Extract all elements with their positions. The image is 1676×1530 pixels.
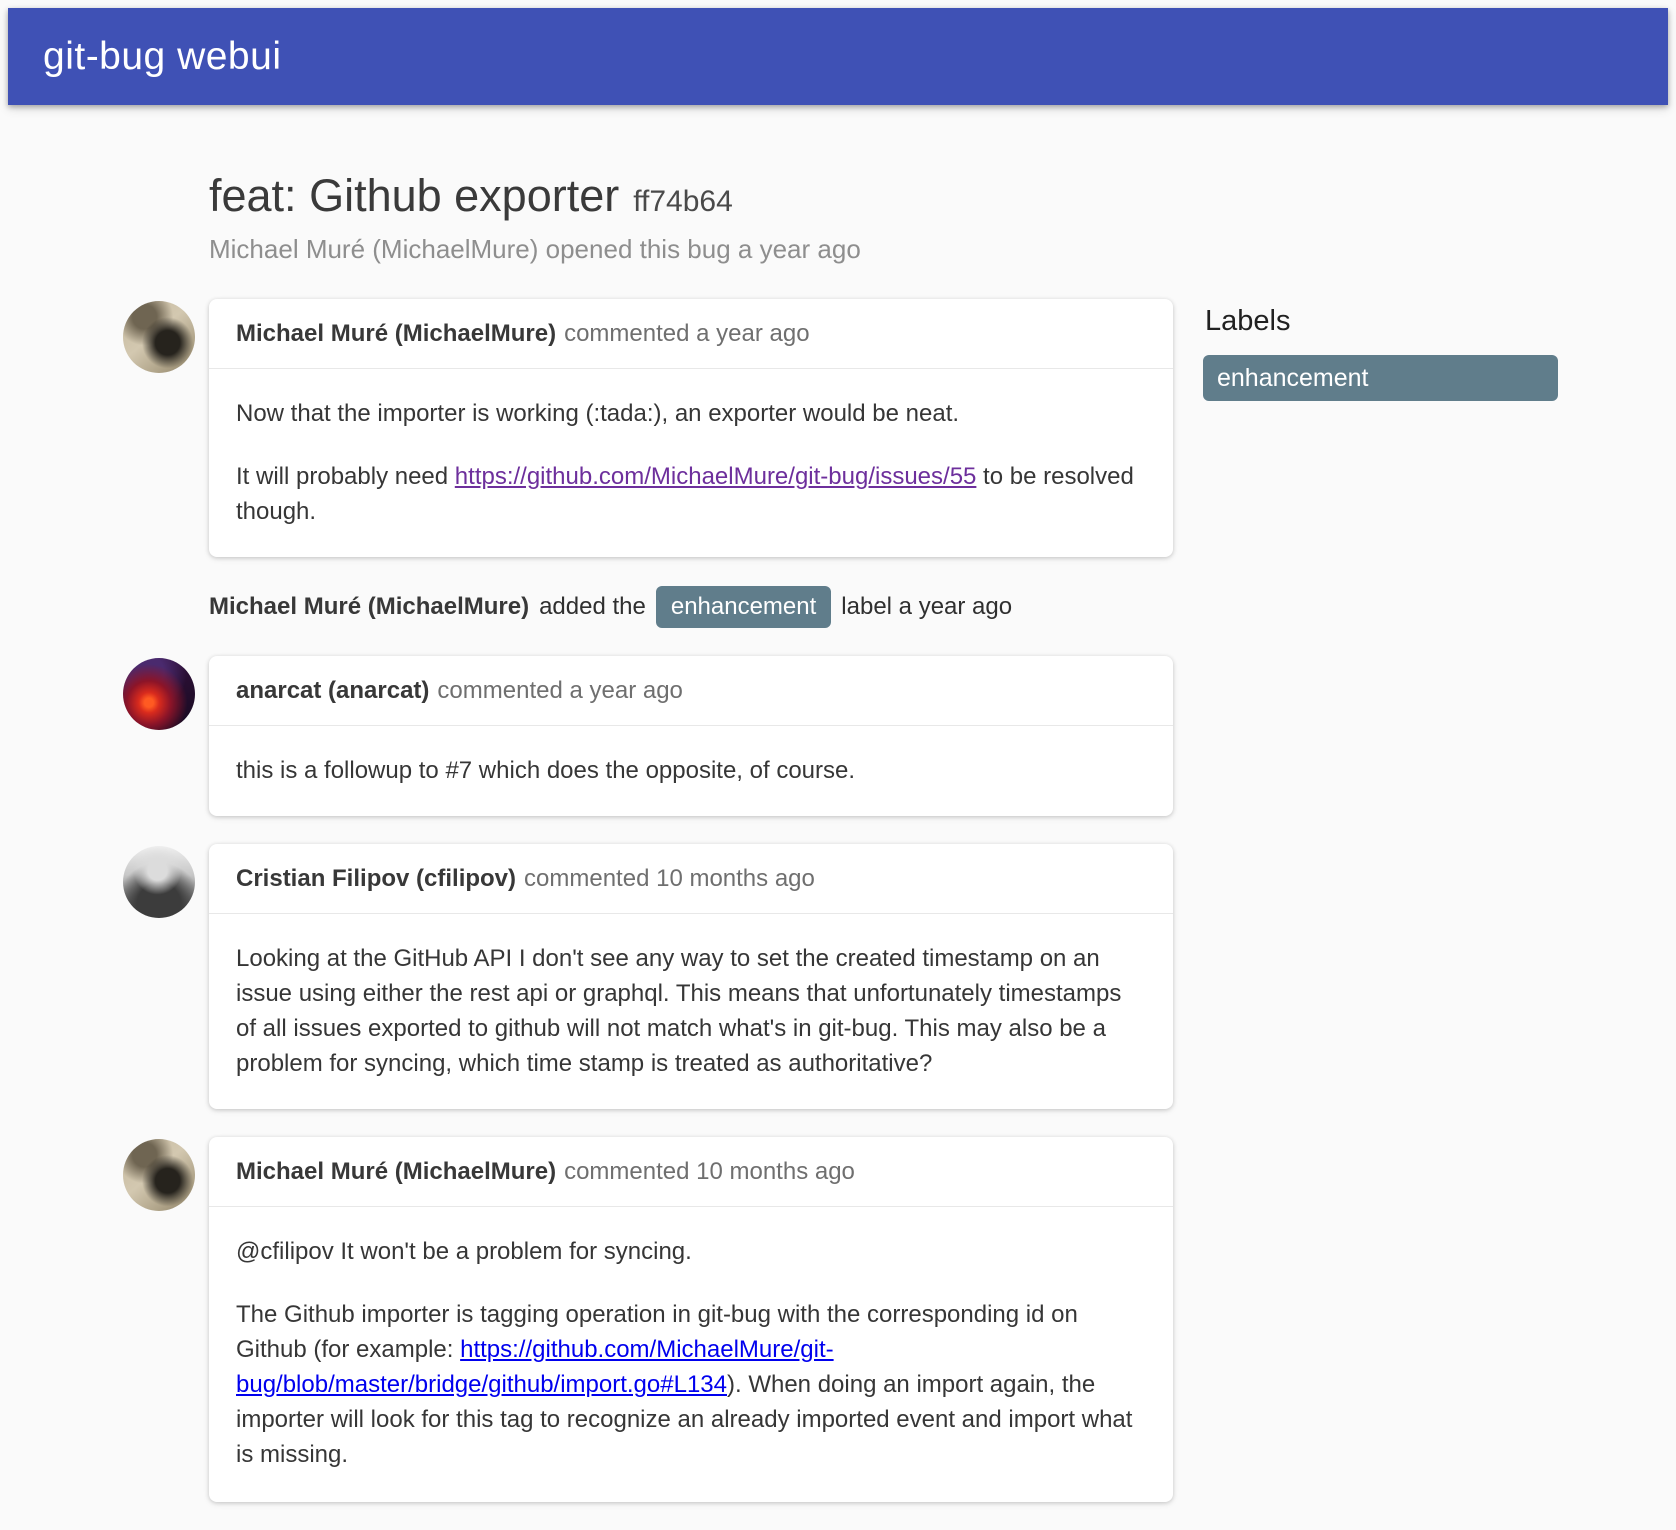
comment-paragraph: It will probably need https://github.com… (236, 459, 1146, 529)
comment-paragraph: Looking at the GitHub API I don't see an… (236, 941, 1146, 1081)
comment-paragraph: this is a followup to #7 which does the … (236, 753, 1146, 788)
comment-author: Michael Muré (MichaelMure) (236, 1158, 556, 1185)
comment-meta: commented 10 months ago (564, 1158, 855, 1185)
app-title: git-bug webui (43, 35, 281, 79)
content-columns: Michael Muré (MichaelMure) commented a ye… (209, 299, 1668, 1530)
comment-paragraph: The Github importer is tagging operation… (236, 1297, 1146, 1472)
page-title: feat: Github exporter ff74b64 (209, 169, 1668, 229)
comment-meta: commented 10 months ago (524, 865, 815, 892)
bug-hash: ff74b64 (633, 185, 733, 218)
text-segment: It will probably need (236, 463, 455, 490)
comment-meta: commented a year ago (437, 677, 682, 704)
event-suffix: label a year ago (841, 593, 1012, 621)
comment-body: Looking at the GitHub API I don't see an… (209, 914, 1173, 1109)
label-badge-enhancement: enhancement (1203, 355, 1558, 401)
sidebar: Labels enhancement (1203, 299, 1568, 401)
comment-author: anarcat (anarcat) (236, 677, 429, 704)
label-chip: enhancement (656, 586, 831, 628)
comment-body: @cfilipov It won't be a problem for sync… (209, 1207, 1173, 1502)
comment-entry: Michael Muré (MichaelMure) commented 10 m… (209, 1137, 1173, 1502)
bug-page: feat: Github exporter ff74b64 Michael Mur… (8, 169, 1668, 1530)
comment-author: Cristian Filipov (cfilipov) (236, 865, 516, 892)
event-action: added the (539, 593, 646, 621)
comment-paragraph: @cfilipov It won't be a problem for sync… (236, 1234, 1146, 1269)
avatar (123, 846, 195, 918)
comment-card: Michael Muré (MichaelMure) commented 10 m… (209, 1137, 1173, 1502)
comment-paragraph: Now that the importer is working (:tada:… (236, 396, 1146, 431)
comment-header: Cristian Filipov (cfilipov) commented 10 … (209, 844, 1173, 914)
comment-body: Now that the importer is working (:tada:… (209, 369, 1173, 557)
comment-header: Michael Muré (MichaelMure) commented 10 m… (209, 1137, 1173, 1207)
comment-header: anarcat (anarcat) commented a year ago (209, 656, 1173, 726)
timeline: Michael Muré (MichaelMure) commented a ye… (209, 299, 1173, 1530)
comment-card: Michael Muré (MichaelMure) commented a ye… (209, 299, 1173, 557)
comment-card: Cristian Filipov (cfilipov) commented 10 … (209, 844, 1173, 1109)
comment-entry: Michael Muré (MichaelMure) commented a ye… (209, 299, 1173, 557)
comment-body: this is a followup to #7 which does the … (209, 726, 1173, 816)
comment-entry: anarcat (anarcat) commented a year ago th… (209, 656, 1173, 816)
comment-entry: Cristian Filipov (cfilipov) commented 10 … (209, 844, 1173, 1109)
bug-subtitle: Michael Muré (MichaelMure) opened this b… (209, 233, 1668, 265)
issue-link[interactable]: https://github.com/MichaelMure/git-bug/i… (455, 463, 977, 490)
comment-card: anarcat (anarcat) commented a year ago th… (209, 656, 1173, 816)
avatar (123, 658, 195, 730)
app-bar: git-bug webui (8, 8, 1668, 105)
comment-meta: commented a year ago (564, 320, 809, 347)
comment-header: Michael Muré (MichaelMure) commented a ye… (209, 299, 1173, 369)
event-author: Michael Muré (MichaelMure) (209, 593, 529, 621)
avatar (123, 1139, 195, 1211)
bug-header: feat: Github exporter ff74b64 Michael Mur… (209, 169, 1668, 265)
label-event-row: Michael Muré (MichaelMure) added the enh… (209, 586, 1173, 628)
comment-author: Michael Muré (MichaelMure) (236, 320, 556, 347)
avatar (123, 301, 195, 373)
labels-heading: Labels (1205, 303, 1568, 339)
bug-title-text: feat: Github exporter (209, 170, 619, 221)
